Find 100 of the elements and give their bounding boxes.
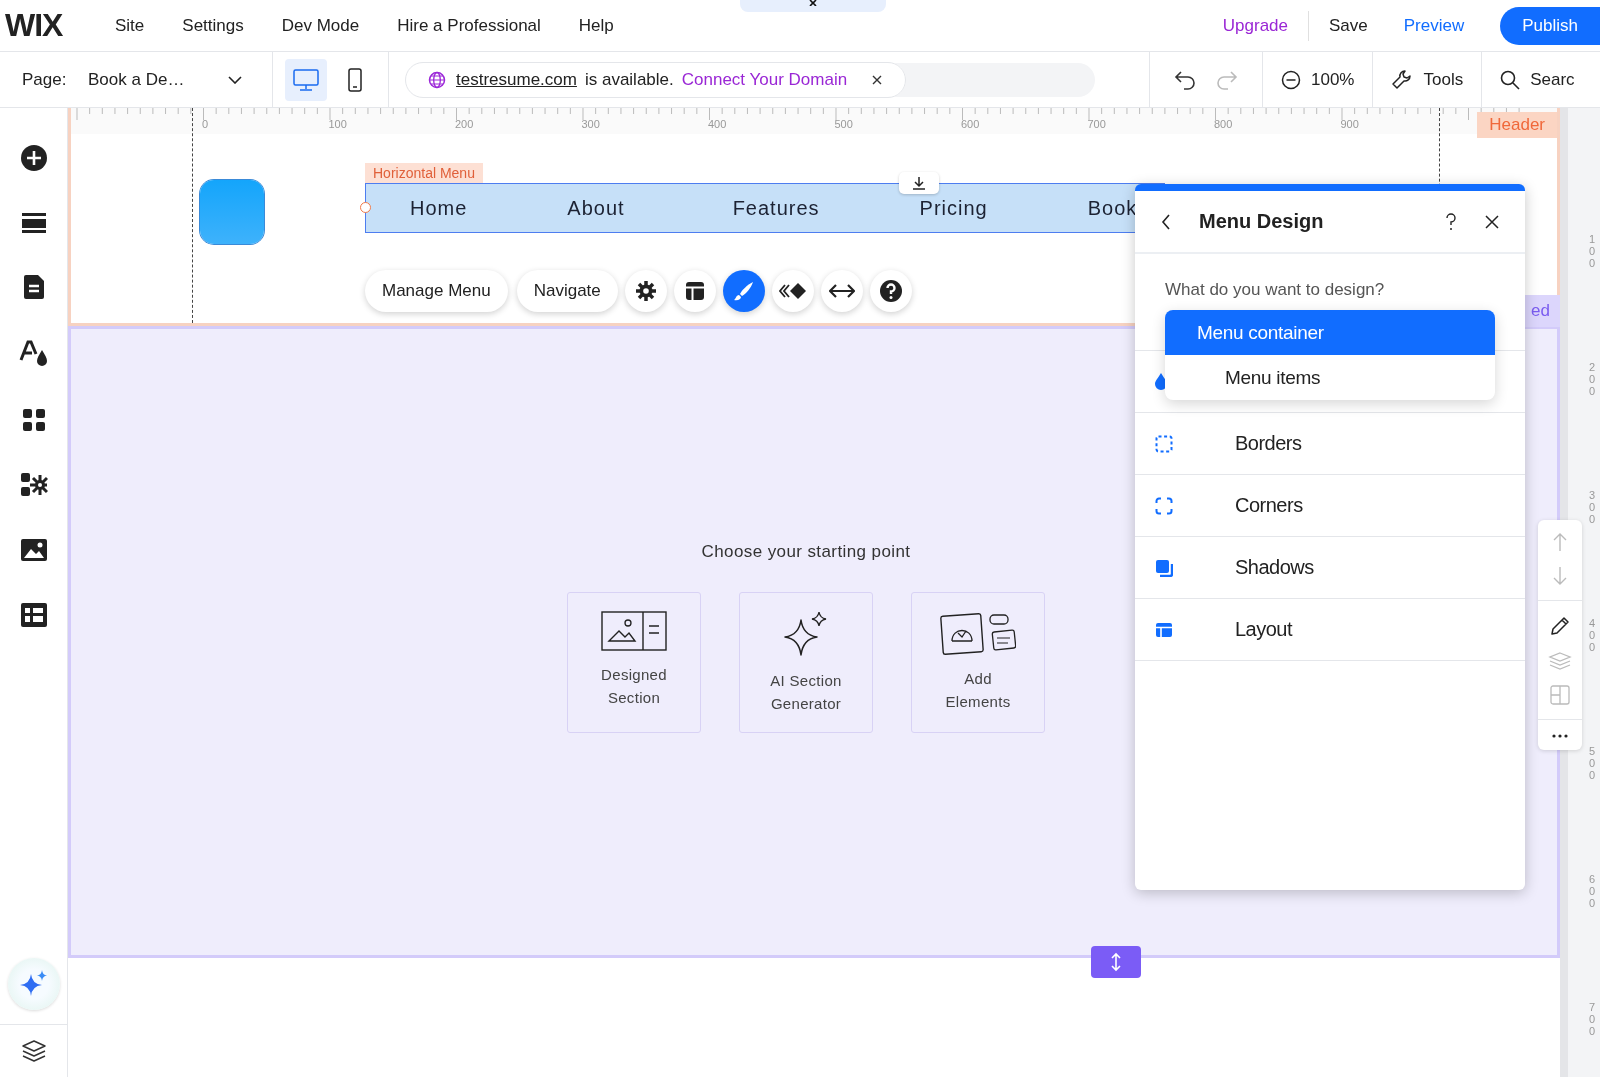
pencil-icon[interactable] (1549, 615, 1571, 637)
stretch-button[interactable] (820, 270, 863, 312)
design-button[interactable] (722, 270, 765, 312)
ai-assistant-button[interactable] (7, 958, 60, 1010)
theme-icon[interactable] (18, 340, 49, 368)
wix-logo[interactable]: WIX (5, 7, 95, 44)
ruler-label: 100 (1589, 233, 1596, 270)
dropdown-option[interactable]: Menu container (1165, 310, 1495, 355)
component-tag: Horizontal Menu (365, 163, 483, 183)
publish-button[interactable]: Publish (1500, 6, 1600, 45)
more-icon[interactable] (1552, 734, 1568, 738)
ruler-label: 200 (1589, 361, 1596, 398)
layers-icon[interactable] (20, 1039, 47, 1063)
elements-icon (940, 611, 1016, 655)
menu-link[interactable]: Features (732, 196, 820, 220)
menu-item[interactable]: Dev Mode (281, 15, 360, 36)
start-option-card[interactable]: Add Elements (911, 592, 1045, 733)
table-icon[interactable] (19, 602, 48, 628)
ruler-label: 200 (455, 118, 474, 130)
design-option-row[interactable]: Shadows (1135, 537, 1525, 599)
settings-button[interactable] (624, 270, 667, 312)
start-option-card[interactable]: Designed Section (567, 592, 701, 733)
menu-link[interactable]: Pricing (919, 196, 988, 220)
close-icon (808, 0, 818, 6)
design-option-row[interactable]: Layout (1135, 599, 1525, 661)
search-button[interactable]: Searc (1482, 52, 1575, 107)
back-icon[interactable] (1161, 213, 1171, 230)
design-option-row[interactable]: Corners (1135, 475, 1525, 537)
menu-item[interactable]: Hire a Professional (397, 15, 541, 36)
image-icon[interactable] (19, 538, 48, 562)
ruler-label: 900 (1340, 118, 1359, 130)
action-button[interactable]: Manage Menu (365, 270, 508, 312)
ruler-label: 500 (1589, 745, 1596, 782)
start-prompt: Choose your starting point (701, 542, 911, 562)
apps-icon[interactable] (21, 408, 46, 432)
desktop-icon (292, 68, 319, 91)
logo-shape[interactable] (200, 180, 264, 244)
design-option-row[interactable]: Borders (1135, 413, 1525, 475)
ruler-label: 400 (1589, 617, 1596, 654)
download-icon (912, 176, 926, 190)
layout-icon (1155, 621, 1173, 638)
ruler-label: 700 (1087, 118, 1106, 130)
menu-item[interactable]: Site (115, 15, 145, 36)
fill-drop-icon (1155, 373, 1167, 390)
zoom-control[interactable]: 100% (1263, 52, 1374, 107)
save-button[interactable]: Save (1329, 15, 1368, 36)
ruler-label: 300 (581, 118, 600, 130)
sparkle-icon (783, 611, 829, 657)
ruler-label: 700 (1589, 1001, 1596, 1038)
menu-item[interactable]: Settings (182, 15, 244, 36)
domain-link[interactable]: testresume.com (456, 69, 577, 90)
mobile-icon (347, 67, 364, 92)
layout-button[interactable] (673, 270, 716, 312)
ruler-label: 600 (961, 118, 980, 130)
tools-button[interactable]: Tools (1373, 52, 1483, 107)
menu-link[interactable]: Book (1087, 196, 1138, 220)
menu-link[interactable]: About (567, 196, 625, 220)
stretch-icon (828, 283, 855, 299)
dropdown-option[interactable]: Menu items (1165, 355, 1495, 400)
anchor-button[interactable] (899, 172, 939, 194)
ruler-label: 0 (202, 118, 209, 130)
ruler-label: 400 (708, 118, 727, 130)
business-apps-icon[interactable] (19, 472, 48, 498)
menu-item[interactable]: Help (578, 15, 614, 36)
page-icon[interactable] (22, 274, 45, 300)
menu-link[interactable]: Home (410, 196, 468, 220)
preview-button[interactable]: Preview (1403, 15, 1465, 36)
device-button[interactable] (285, 58, 327, 101)
start-option-card[interactable]: AI Section Generator (739, 592, 873, 733)
ruler-label: 300 (1589, 489, 1596, 526)
ruler-label: 800 (1214, 118, 1233, 130)
undo-icon[interactable] (1174, 69, 1196, 90)
zoom-out-icon (1281, 69, 1301, 90)
border-icon (1155, 434, 1173, 453)
add-icon[interactable] (19, 144, 48, 172)
brush-icon (732, 280, 755, 302)
panel-question: What do you want to design? (1165, 280, 1386, 300)
ruler-label: 600 (1589, 873, 1596, 910)
action-button[interactable]: Navigate (516, 270, 618, 312)
panel-title: Menu Design (1199, 210, 1325, 233)
header-tag: Header (1477, 112, 1557, 138)
upgrade-link[interactable]: Upgrade (1222, 15, 1288, 36)
wrench-icon (1391, 68, 1414, 91)
connect-domain-link[interactable]: Connect Your Domain (681, 69, 848, 90)
close-icon[interactable] (1485, 214, 1499, 229)
close-icon[interactable] (871, 73, 884, 86)
ruler-label: 100 (328, 118, 347, 130)
domain-status: is available. (584, 69, 674, 90)
settings-icon (634, 280, 657, 302)
layout-icon (684, 281, 705, 301)
sections-icon[interactable] (20, 212, 47, 234)
horizontal-menu[interactable]: Home About Features Pricing Book (365, 183, 1165, 233)
resize-section-button[interactable] (1091, 946, 1141, 978)
page-selector[interactable]: Page: Book a De… (0, 52, 273, 107)
help-icon[interactable] (1445, 212, 1457, 231)
resize-handle[interactable] (360, 202, 371, 213)
search-icon (1500, 69, 1521, 90)
help-button[interactable] (869, 270, 912, 312)
shadow-icon (1155, 558, 1173, 577)
animation-button[interactable] (771, 270, 814, 312)
